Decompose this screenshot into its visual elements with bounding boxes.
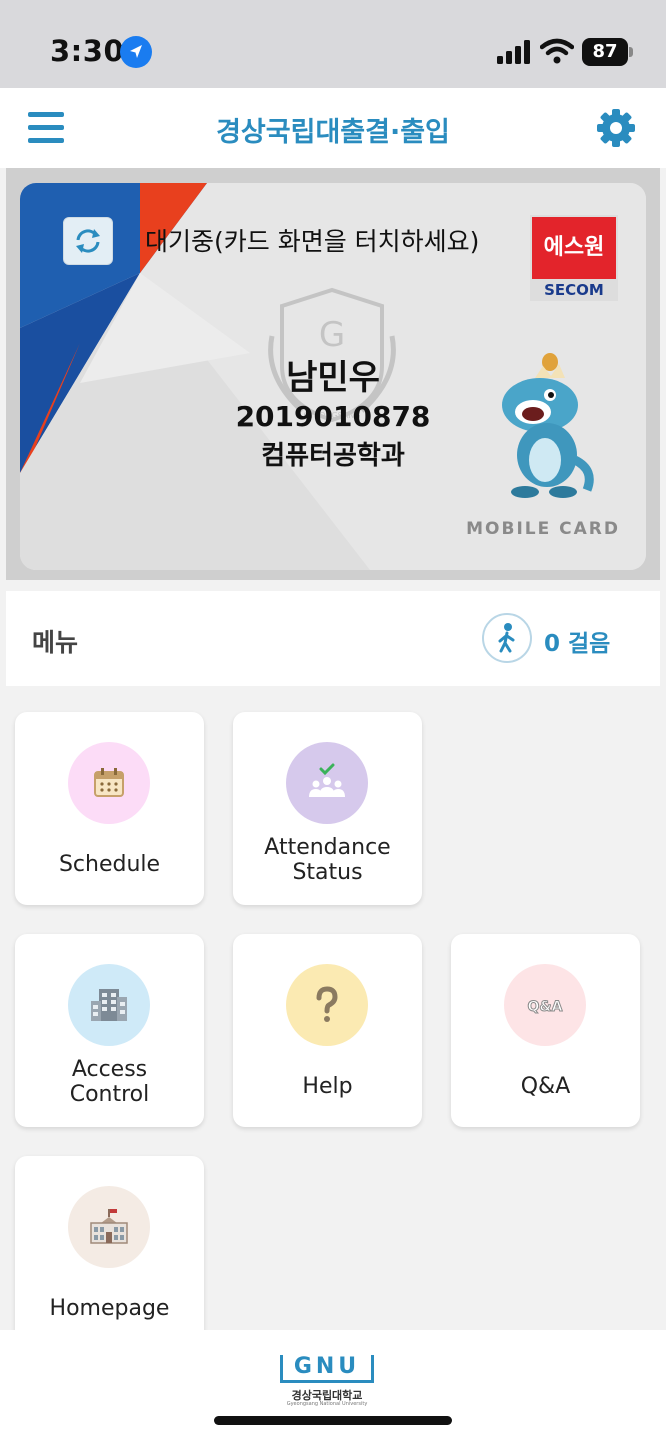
status-time: 3:30: [50, 34, 125, 68]
qa-icon: Q&A: [504, 964, 586, 1046]
hamburger-menu-icon[interactable]: [28, 112, 64, 144]
menu-bar: 메뉴 0 걸음: [6, 591, 660, 686]
menu-label: 메뉴: [32, 628, 79, 657]
university-english-name: Gyeongsang National University: [286, 1401, 368, 1407]
school-icon: [68, 1186, 150, 1268]
tile-label: Homepage: [49, 1296, 170, 1321]
student-name: 남민우: [286, 358, 380, 398]
student-id: 2019010878: [235, 400, 431, 433]
battery-icon: 87: [582, 38, 633, 66]
location-arrow-icon: [120, 36, 152, 68]
home-indicator[interactable]: [214, 1416, 452, 1425]
card-status-text: 대기중(카드 화면을 터치하세요): [145, 227, 480, 256]
university-logo[interactable]: GNU 경상국립대학교 Gyeongsang National Universi…: [280, 1355, 374, 1409]
battery-level: 87: [592, 41, 618, 62]
gear-icon[interactable]: [596, 108, 636, 148]
tile-attendance-status[interactable]: Attendance Status: [233, 712, 422, 905]
tile-access-control[interactable]: Access Control: [15, 934, 204, 1127]
svg-text:G: G: [319, 315, 345, 355]
app-header: 경상국립대출결·출입: [0, 88, 666, 168]
secom-korean: 에스원: [532, 217, 616, 279]
tile-label: Q&A: [520, 1074, 571, 1099]
gnu-logo-text: GNU: [280, 1355, 374, 1383]
building-icon: [68, 964, 150, 1046]
tile-help[interactable]: Help: [233, 934, 422, 1127]
tile-label: Access Control: [69, 1057, 150, 1107]
step-count: 0 걸음: [544, 631, 611, 657]
app-title: 경상국립대출결·출입: [216, 117, 450, 148]
tile-homepage[interactable]: Homepage: [15, 1156, 204, 1349]
status-bar: 3:30 87: [0, 0, 666, 88]
attendance-icon: [286, 742, 368, 824]
department: 컴퓨터공학과: [261, 441, 405, 471]
tile-label: Help: [302, 1074, 353, 1099]
secom-logo: 에스원 SECOM: [530, 215, 618, 301]
secom-english: SECOM: [544, 281, 604, 299]
tile-qa[interactable]: Q&A Q&A: [451, 934, 640, 1127]
question-icon: [286, 964, 368, 1046]
walking-person-icon[interactable]: [482, 613, 532, 663]
calendar-icon: [68, 742, 150, 824]
tile-schedule[interactable]: Schedule: [15, 712, 204, 905]
svg-text:Q&A: Q&A: [528, 999, 563, 1015]
refresh-icon: [76, 229, 100, 253]
tile-label: Schedule: [58, 852, 161, 877]
cellular-signal-icon: [497, 40, 530, 64]
dinosaur-mascot-icon: [502, 353, 594, 498]
refresh-button[interactable]: [63, 217, 113, 265]
mobile-card-label: MOBILE CARD: [466, 519, 620, 539]
wifi-icon: [540, 38, 574, 64]
tile-label: Attendance Status: [264, 835, 391, 885]
